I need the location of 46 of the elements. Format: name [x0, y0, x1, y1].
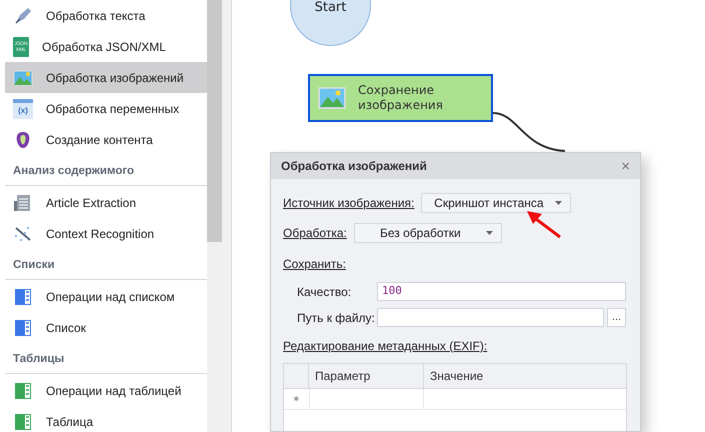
scrollbar-thumb[interactable] [207, 0, 222, 242]
start-node[interactable]: Start [290, 0, 371, 46]
field-label: Источник изображения: [283, 195, 414, 212]
browse-button[interactable]: ... [607, 308, 626, 327]
sidebar-item[interactable]: Операции над списком [5, 281, 207, 312]
sidebar-item[interactable]: Создание контента [5, 124, 207, 155]
caret-icon [555, 201, 562, 205]
action-node[interactable]: Сохранение изображения [308, 74, 493, 122]
connector-line [493, 111, 565, 152]
sidebar-item[interactable]: Таблица [5, 406, 207, 432]
sidebar-item[interactable]: Article Extraction [5, 187, 207, 218]
section-label: Редактирование метаданных (EXIF): [283, 338, 488, 355]
section-heading: Анализ содержимого [13, 164, 134, 179]
field-label: Обработка: [283, 225, 347, 242]
node-label: Сохранение изображения [358, 83, 444, 113]
section-label: Сохранить: [283, 256, 347, 273]
sidebar-item[interactable]: Обработка текста [5, 0, 207, 31]
field-label: Качество: [297, 284, 352, 300]
sidebar-item[interactable]: (x) Обработка переменных [5, 93, 207, 124]
sidebar-item[interactable]: Обработка изображений [5, 62, 207, 93]
column-header[interactable]: Параметр [309, 364, 424, 388]
panel-splitter[interactable] [222, 0, 232, 432]
pen-icon [13, 6, 33, 26]
caret-icon [486, 231, 493, 235]
image-icon [318, 87, 346, 109]
file-path-field[interactable] [377, 308, 604, 327]
pointer-arrow [526, 210, 562, 239]
quality-field[interactable]: 100 [377, 282, 626, 301]
table-cell[interactable] [309, 389, 424, 409]
field-label: Путь к файлу: [297, 310, 376, 326]
variable-icon: (x) [13, 98, 33, 118]
source-dropdown[interactable]: Скриншот инстанса [421, 193, 572, 213]
sidebar-item[interactable]: Context Recognition [5, 218, 207, 249]
list-icon [13, 286, 33, 306]
sidebar-item[interactable]: Список [5, 312, 207, 343]
section-heading: Таблицы [13, 352, 64, 367]
table-icon [13, 380, 33, 400]
section-heading: Списки [13, 258, 55, 273]
dialog-title: Обработка изображений [281, 158, 427, 175]
new-row-marker: ✷ [292, 394, 300, 404]
sidebar-item[interactable]: Операции над таблицей [5, 375, 207, 406]
image-icon [13, 68, 33, 88]
column-header[interactable]: Значение [424, 364, 626, 388]
list-icon [13, 318, 33, 338]
document-icon [13, 192, 33, 212]
processing-dropdown[interactable]: Без обработки [354, 223, 502, 243]
